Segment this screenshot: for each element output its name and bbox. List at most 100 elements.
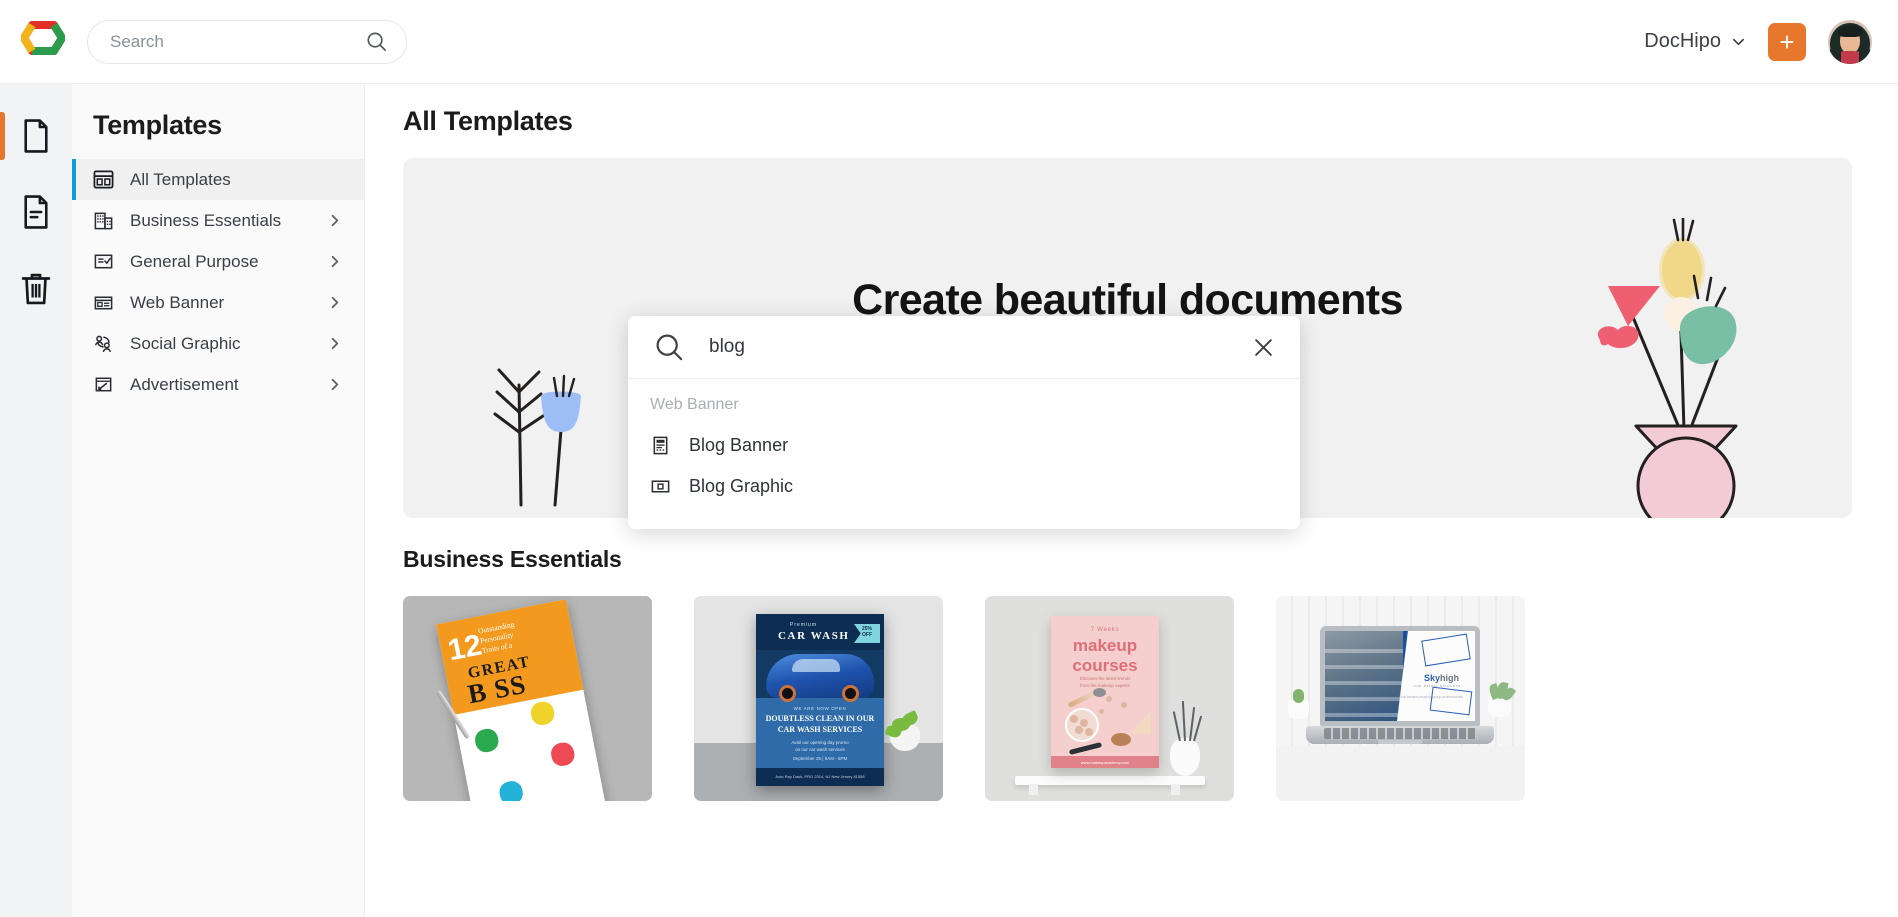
powder-pan xyxy=(1111,733,1131,746)
brand-part-a: Sky xyxy=(1423,673,1440,683)
template-preview: 7 Weeks makeup courses Discover the late… xyxy=(1051,616,1159,768)
poster-footer: Auto Ray Dash, PRG 2314, NJ New Jersey 8… xyxy=(756,768,884,786)
poster-url: www.makeupacademy.com xyxy=(1080,760,1130,765)
building-photo xyxy=(1325,631,1403,721)
powder-pearl xyxy=(1075,726,1083,734)
sidebar-item-advertisement[interactable]: Advertisement xyxy=(72,364,364,405)
create-button[interactable]: + xyxy=(1768,22,1806,61)
search-result-blog-banner[interactable]: Blog Banner xyxy=(628,425,1300,466)
poster-footer: www.makeupacademy.com xyxy=(1051,756,1159,768)
vase-stick xyxy=(1181,701,1185,742)
building-icon xyxy=(93,210,119,231)
poster-open-label: WE ARE NOW OPEN xyxy=(793,706,847,711)
poster-dot-yellow xyxy=(529,699,557,727)
active-indicator xyxy=(72,159,76,200)
chevron-right-icon[interactable] xyxy=(327,213,342,228)
template-thumbnail-row: 12 Outstanding Personality Traits of a G… xyxy=(403,596,1898,801)
shelf-leg xyxy=(1171,784,1180,795)
plant-leaf xyxy=(900,710,920,728)
sidebar-title: Templates xyxy=(93,110,222,140)
template-preview: Skyhigh real estate solutions Your trust… xyxy=(1325,631,1475,721)
shelf-leg xyxy=(1029,784,1038,795)
brand-label: DocHipo xyxy=(1644,30,1721,52)
sidebar-item-business-essentials[interactable]: Business Essentials xyxy=(72,200,364,241)
search-result-blog-graphic[interactable]: Blog Graphic xyxy=(628,466,1300,507)
top-bar: DocHipo + xyxy=(0,0,1898,84)
loose-pearl xyxy=(1106,696,1112,702)
avatar-shoulder-right xyxy=(1859,47,1872,64)
chevron-right-icon[interactable] xyxy=(327,336,342,351)
discount-badge-label: 25% OFF xyxy=(862,626,873,638)
overlay-search-input[interactable] xyxy=(709,336,1249,358)
slide-tagline: real estate solutions xyxy=(1413,684,1461,688)
template-card-car-wash[interactable]: Premium CAR WASH 25% OFF WE ARE NOW OPEN… xyxy=(694,596,943,801)
chevron-right-icon[interactable] xyxy=(327,295,342,310)
avatar-fringe xyxy=(1838,25,1862,37)
search-result-group-label: Web Banner xyxy=(650,396,739,413)
sidebar-item-label: General Purpose xyxy=(130,251,259,271)
slide-brand: Skyhigh xyxy=(1424,673,1459,683)
poster-dot-blue xyxy=(497,779,525,801)
makeup-brush xyxy=(1068,742,1103,755)
template-card-great-boss[interactable]: 12 Outstanding Personality Traits of a G… xyxy=(403,596,652,801)
search-icon xyxy=(367,32,386,51)
fern-and-blue-tulip-illustration xyxy=(493,368,581,507)
poster-dot-red xyxy=(549,740,577,768)
poster-description: Avail our opening day promo on our car w… xyxy=(791,740,849,752)
page-title: All Templates xyxy=(403,106,573,136)
people-share-icon xyxy=(93,333,119,354)
main-content: All Templates Create beautiful documents… xyxy=(365,84,1898,917)
sidebar-item-label: Social Graphic xyxy=(130,333,241,353)
poster-weeks-label: 7 Weeks xyxy=(1090,627,1120,633)
sidebar-item-all-templates[interactable]: All Templates xyxy=(72,159,364,200)
chevron-right-icon[interactable] xyxy=(327,254,342,269)
sidebar-item-general-purpose[interactable]: General Purpose xyxy=(72,241,364,282)
document-lines-icon xyxy=(24,195,48,229)
sidebar-item-label: Business Essentials xyxy=(130,210,282,230)
checklist-icon xyxy=(93,251,119,272)
laptop-trackpad xyxy=(1378,740,1422,744)
rail-item-trash[interactable] xyxy=(0,250,72,326)
poster-heading: CAR WASH xyxy=(778,630,850,642)
rail-item-my-designs[interactable] xyxy=(0,174,72,250)
avatar[interactable] xyxy=(1828,19,1872,64)
sidebar-item-label: All Templates xyxy=(130,169,231,189)
template-card-skyhigh-presentation[interactable]: Skyhigh real estate solutions Your trust… xyxy=(1276,596,1525,801)
slide-subtitle: Your trusted property group professional… xyxy=(1398,695,1463,699)
chevron-down-icon xyxy=(1733,38,1744,46)
plus-icon: + xyxy=(1779,26,1795,57)
overlay-search-row[interactable] xyxy=(628,316,1300,379)
poster-date: September 25 | 9AM - 5PM xyxy=(792,756,848,761)
top-bar-right: DocHipo + xyxy=(1644,19,1898,64)
sidebar-item-label: Web Banner xyxy=(130,292,225,312)
sidebar-item-web-banner[interactable]: Web Banner xyxy=(72,282,364,323)
brand-dropdown[interactable]: DocHipo xyxy=(1644,30,1746,53)
header-search-box[interactable] xyxy=(87,19,407,64)
blog-banner-icon xyxy=(650,435,676,456)
search-overlay-panel: Web Banner Blog Banner xyxy=(628,316,1300,529)
sidebar-item-label: Advertisement xyxy=(130,374,239,394)
poster-header: 12 Outstanding Personality Traits of a G… xyxy=(436,599,584,715)
sidebar-item-social-graphic[interactable]: Social Graphic xyxy=(72,323,364,364)
sidebar: Templates All Templates Business Essenti… xyxy=(72,84,365,917)
trash-icon xyxy=(21,273,51,305)
avatar-shoulder-left xyxy=(1828,47,1841,64)
poster-main-text: DOUBTLESS CLEAN IN OUR CAR WASH SERVICES xyxy=(765,714,875,734)
cactus xyxy=(1293,689,1304,703)
decorative-vase xyxy=(1170,738,1200,776)
browser-arrow-icon xyxy=(93,374,119,395)
poster-premium-label: Premium xyxy=(790,622,818,628)
vase-stick xyxy=(1172,711,1180,742)
search-input[interactable] xyxy=(110,31,365,52)
brand-part-b: high xyxy=(1440,673,1459,683)
rail-item-documents[interactable] xyxy=(0,98,72,174)
section-title: Business Essentials xyxy=(403,546,622,572)
car-wheel-front xyxy=(779,685,796,702)
grid-layout-icon xyxy=(93,169,119,190)
app-logo[interactable] xyxy=(0,20,86,64)
close-icon[interactable] xyxy=(1249,333,1278,362)
template-card-makeup-courses[interactable]: 7 Weeks makeup courses Discover the late… xyxy=(985,596,1234,801)
template-preview: Premium CAR WASH 25% OFF WE ARE NOW OPEN… xyxy=(756,614,884,786)
poster-description: Discover the latest trends from the make… xyxy=(1079,676,1131,689)
chevron-right-icon[interactable] xyxy=(327,377,342,392)
